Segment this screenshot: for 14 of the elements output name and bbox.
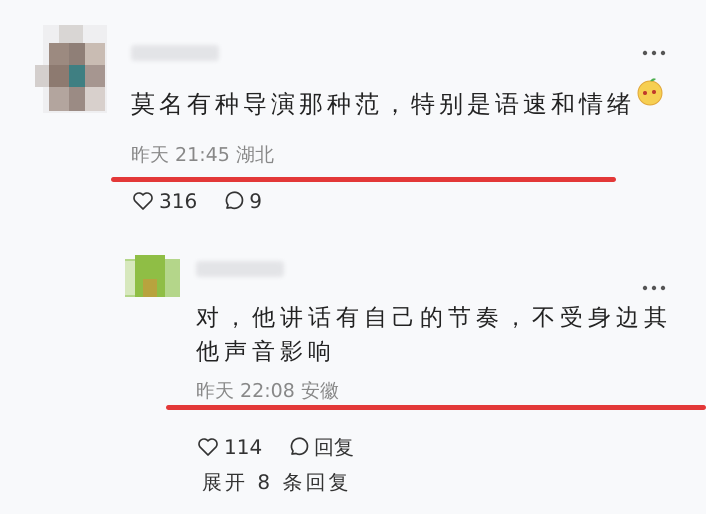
comment-text: 莫名有种导演那种范，特别是语速和情绪 (131, 89, 635, 120)
reply-count[interactable]: 9 (249, 186, 262, 216)
comment-meta: 昨天 21:45 湖北 (131, 143, 274, 167)
comment-text: 对，他讲话有自己的节奏，不受身边其他声音影响 (196, 304, 673, 367)
emoji-icon (635, 76, 665, 106)
like-count: 316 (159, 188, 198, 215)
expand-replies-link[interactable]: 展开 8 条回复 (202, 470, 352, 494)
like-icon[interactable] (196, 435, 220, 459)
reply-count[interactable]: 回复 (314, 432, 354, 462)
more-icon[interactable] (642, 50, 666, 56)
like-icon[interactable] (131, 189, 155, 213)
comment-meta: 昨天 22:08 安徽 (196, 379, 339, 403)
like-count: 114 (224, 434, 262, 461)
more-icon[interactable] (642, 285, 666, 291)
